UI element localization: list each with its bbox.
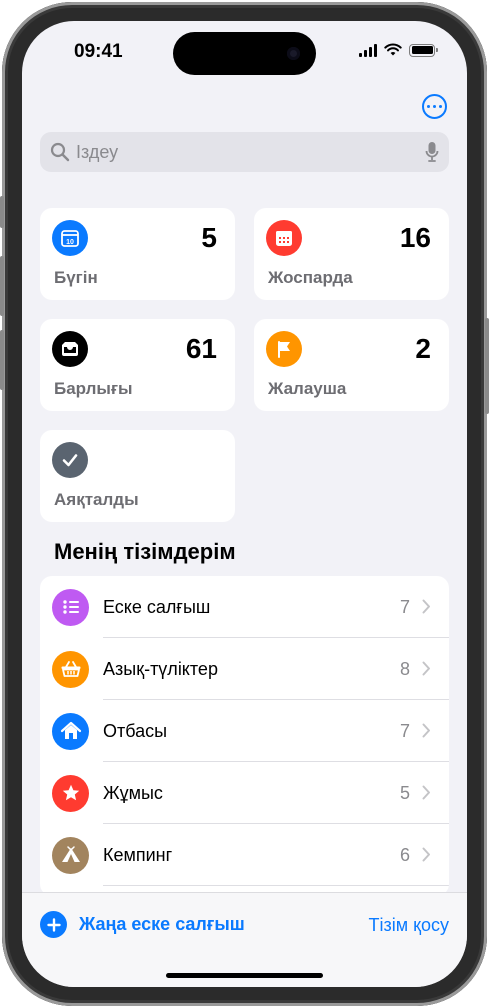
row-separator [103,885,449,886]
list-bullet-icon [52,588,89,626]
tile-label: Бүгін [54,268,98,287]
tile-today[interactable]: 10 5 Бүгін [40,208,235,300]
list-item-count: 6 [399,844,410,865]
calendar-day-number: 10 [66,239,74,246]
list-item-label: Отбасы [103,720,168,741]
dynamic-island [173,32,316,75]
calendar-grid-icon [266,220,302,256]
new-reminder-label: Жаңа еске салғыш [79,914,245,934]
wifi-icon [384,43,402,56]
list-item-label: Кемпинг [103,844,173,865]
bottom-toolbar: Жаңа еске салғыш Тізім қосу [22,892,467,987]
tile-count: 5 [201,222,217,253]
my-lists: Еске салғыш 7 Азық-түліктер 8 Отбасы 7 Ж… [40,576,449,896]
tile-label: Барлығы [54,379,133,398]
volume-down-button [0,330,4,390]
checkmark-icon [52,442,88,478]
status-time: 09:41 [74,41,123,62]
more-options-button[interactable] [422,94,447,119]
chevron-right-icon [422,723,430,738]
plus-icon [40,911,67,938]
list-item-reminders[interactable]: Еске салғыш 7 [40,576,449,638]
list-item-count: 5 [399,782,410,803]
calendar-today-icon: 10 [52,220,88,256]
tile-label: Аяқталды [54,490,139,509]
list-item-count: 7 [399,596,410,617]
star-icon [52,774,89,812]
power-button [485,318,489,414]
search-icon [50,142,70,162]
tile-count: 2 [415,333,431,364]
chevron-right-icon [422,599,430,614]
list-item-work[interactable]: Жұмыс 5 [40,762,449,824]
chevron-right-icon [422,847,430,862]
tile-count: 16 [399,222,431,253]
list-item-label: Еске салғыш [103,596,211,617]
flag-icon [266,331,302,367]
tile-label: Жоспарда [268,268,353,287]
new-reminder-button[interactable]: Жаңа еске салғыш [40,911,245,938]
house-icon [52,712,89,750]
tile-count: 61 [185,333,217,364]
tile-all[interactable]: 61 Барлығы [40,319,235,411]
my-lists-title: Менің тізімдерім [54,539,236,564]
chevron-right-icon [422,661,430,676]
screen: 09:41 Іздеу 10 5 Бүгін 16 Жоспарда 61 Ба… [22,21,467,987]
cellular-signal-icon [359,43,377,57]
chevron-right-icon [422,785,430,800]
dot-icon [432,104,437,109]
tray-icon [52,331,88,367]
list-item-label: Жұмыс [103,782,163,803]
front-camera [287,47,300,60]
tile-completed[interactable]: Аяқталды [40,430,235,522]
search-bar[interactable] [40,132,449,172]
tile-flagged[interactable]: 2 Жалауша [254,319,449,411]
dot-icon [426,104,431,109]
list-item-count: 7 [399,720,410,741]
tile-scheduled[interactable]: 16 Жоспарда [254,208,449,300]
battery-fill [411,46,433,54]
home-indicator[interactable] [166,973,323,978]
action-button [0,196,4,228]
status-icons [359,43,438,57]
dot-icon [438,104,443,109]
basket-icon [52,650,89,688]
battery-icon [409,43,438,57]
tent-icon [52,836,89,874]
add-list-button[interactable]: Тізім қосу [368,915,449,936]
list-item-camping[interactable]: Кемпинг 6 [40,824,449,886]
list-item-family[interactable]: Отбасы 7 [40,700,449,762]
list-item-groceries[interactable]: Азық-түліктер 8 [40,638,449,700]
list-item-count: 8 [399,658,410,679]
search-input[interactable] [76,141,425,163]
microphone-icon[interactable] [425,141,439,163]
volume-up-button [0,256,4,316]
list-item-label: Азық-түліктер [103,658,218,679]
tile-label: Жалауша [268,379,347,398]
